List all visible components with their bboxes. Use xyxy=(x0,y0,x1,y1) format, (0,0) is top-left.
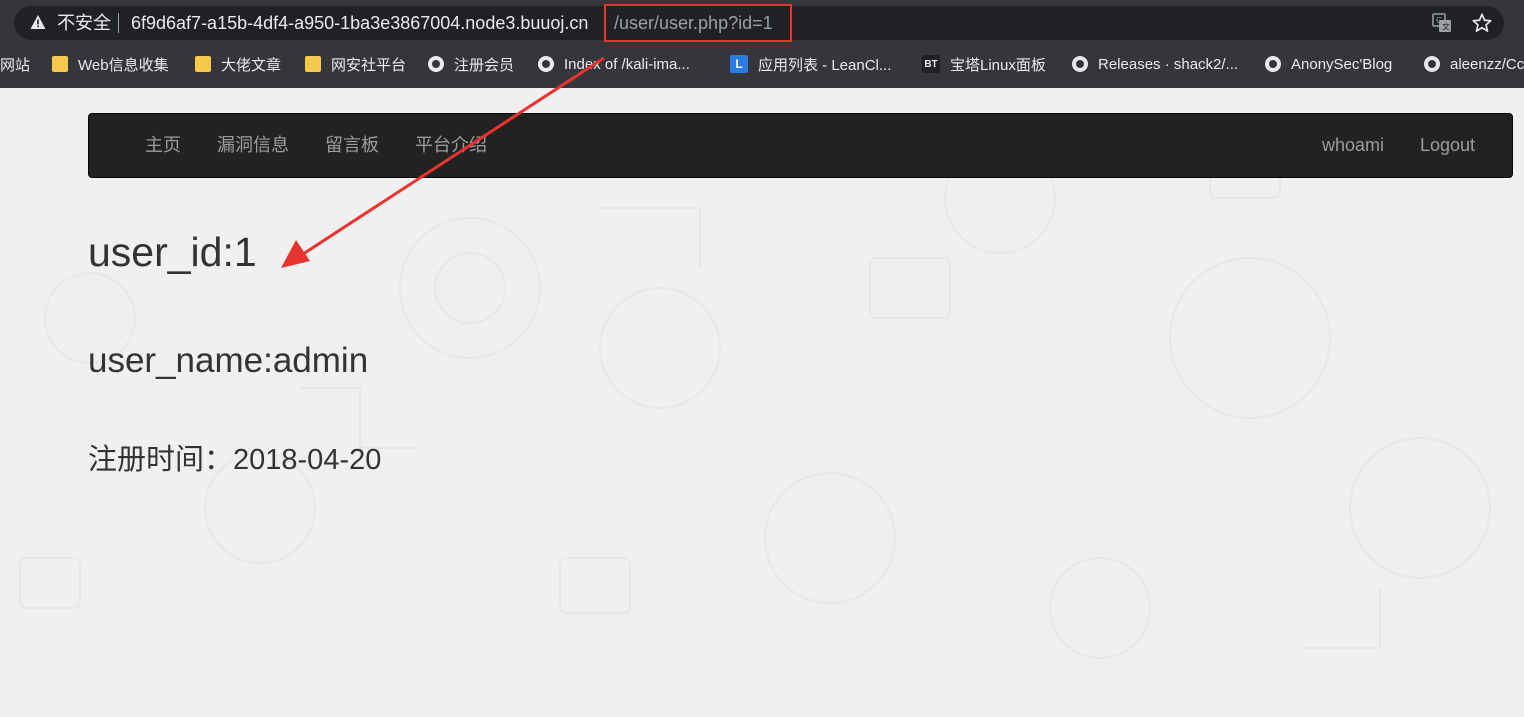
folder-icon xyxy=(305,56,321,72)
globe-icon xyxy=(1424,56,1440,72)
bookmark-label: Index of /kali-ima... xyxy=(564,55,690,73)
bookmark-item[interactable]: aleenzz/Cc xyxy=(1424,53,1524,75)
svg-text:文: 文 xyxy=(1442,22,1450,32)
baota-icon: BT xyxy=(922,55,940,73)
user-id-heading: user_id:1 xyxy=(88,229,257,275)
bookmark-item[interactable]: Index of /kali-ima... xyxy=(538,53,690,75)
bookmark-item[interactable]: BT 宝塔Linux面板 xyxy=(922,53,1046,75)
star-icon[interactable] xyxy=(1471,12,1493,34)
address-separator xyxy=(118,13,119,33)
bookmarks-bar: 网站 Web信息收集 大佬文章 网安社平台 注册会员 Index of /kal… xyxy=(0,47,1524,81)
globe-icon xyxy=(1072,56,1088,72)
bookmark-folder[interactable]: Web信息收集 xyxy=(52,53,169,75)
bookmark-label: 网安社平台 xyxy=(331,56,407,74)
url-path-highlight-box xyxy=(604,4,792,42)
page-background xyxy=(0,88,1524,717)
bookmark-label: Web信息收集 xyxy=(78,56,169,74)
nav-vulnerabilities[interactable]: 漏洞信息 xyxy=(217,114,289,177)
globe-icon xyxy=(428,56,444,72)
top-navbar: 主页 漏洞信息 留言板 平台介绍 whoami Logout xyxy=(88,113,1513,178)
registration-time-label: 注册时间： xyxy=(88,444,234,476)
bookmark-item[interactable]: Releases · shack2/... xyxy=(1072,53,1238,75)
nav-message-board[interactable]: 留言板 xyxy=(325,114,379,177)
nav-logout[interactable]: Logout xyxy=(1420,114,1475,177)
bookmark-label: 大佬文章 xyxy=(221,56,282,74)
folder-icon xyxy=(52,56,68,72)
bookmark-label: 网站 xyxy=(0,56,31,74)
user-name-heading: user_name:admin xyxy=(88,341,369,380)
bookmark-item[interactable]: L 应用列表 - LeanCl... xyxy=(730,53,891,75)
url-host[interactable]: 6f9d6af7-a15b-4df4-a950-1ba3e3867004.nod… xyxy=(131,11,588,35)
bookmark-label: AnonySec'Blog xyxy=(1291,55,1393,73)
security-label[interactable]: 不安全 xyxy=(57,11,111,35)
browser-chrome: 不安全 6f9d6af7-a15b-4df4-a950-1ba3e3867004… xyxy=(0,0,1524,88)
translate-icon[interactable]: G 文 xyxy=(1432,13,1452,33)
registration-time-value: 2018-04-20 xyxy=(233,444,382,476)
warning-icon[interactable] xyxy=(30,14,46,30)
globe-icon xyxy=(538,56,554,72)
bookmark-label: 应用列表 - LeanCl... xyxy=(758,56,892,74)
folder-icon xyxy=(195,56,211,72)
nav-platform-intro[interactable]: 平台介绍 xyxy=(415,114,487,177)
bookmark-folder[interactable]: 大佬文章 xyxy=(195,53,281,75)
globe-icon xyxy=(1265,56,1281,72)
nav-home[interactable]: 主页 xyxy=(145,114,181,177)
bookmark-label: 注册会员 xyxy=(454,56,515,74)
bookmark-item[interactable]: 注册会员 xyxy=(428,53,514,75)
doodle-background-pattern xyxy=(19,142,1491,659)
bookmark-label: 宝塔Linux面板 xyxy=(950,56,1046,74)
bookmark-item[interactable]: AnonySec'Blog xyxy=(1265,53,1392,75)
nav-whoami[interactable]: whoami xyxy=(1322,114,1384,177)
registration-time: 注册时间：2018-04-20 xyxy=(88,441,381,479)
bookmark-label: Releases · shack2/... xyxy=(1098,55,1239,73)
bookmark-item[interactable]: 网站 xyxy=(0,53,30,75)
bookmark-label: aleenzz/Cc xyxy=(1450,55,1524,73)
bookmark-folder[interactable]: 网安社平台 xyxy=(305,53,406,75)
leancloud-icon: L xyxy=(730,55,748,73)
